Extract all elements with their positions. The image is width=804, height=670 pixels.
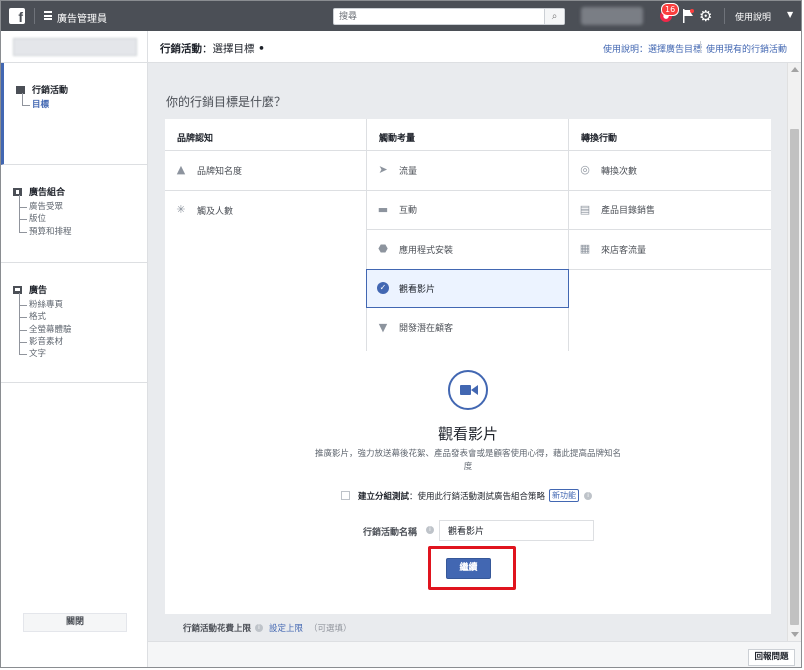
search-input[interactable] [334, 9, 544, 24]
campaign-name-label: 行銷活動名稱 [363, 528, 418, 538]
chevron-down-icon[interactable]: ▼ [787, 10, 793, 19]
split-test-label: 建立分組測試 [358, 491, 410, 502]
nav-item-budget[interactable]: 預算和排程 [13, 219, 147, 238]
use-existing-campaign-link[interactable]: 使用現有的行銷活動 [706, 42, 787, 55]
column-header: 品牌認知 [165, 119, 366, 151]
split-test-row: 建立分組測試 ：使用此行銷活動測試廣告組合策略 新功能 i [341, 489, 593, 502]
nav-section-title: 廣告 [29, 286, 48, 296]
nav-section-title: 行銷活動 [32, 86, 69, 96]
nav-item-page[interactable]: 粉絲專頁 [13, 292, 147, 311]
objective-app-installs[interactable]: ⬣ 應用程式安裝 [367, 230, 568, 270]
continue-button[interactable]: 繼續 [446, 558, 491, 579]
objective-column-conversion: 轉換行動 ◎ 轉換次數 ▤ 產品目錄銷售 ▦ 來店客流量 [569, 119, 771, 351]
nav-item-placements[interactable]: 版位 [13, 207, 147, 225]
new-feature-badge: 新功能 [549, 489, 580, 502]
objective-store-traffic[interactable]: ▦ 來店客流量 [569, 230, 771, 270]
profile-name[interactable] [581, 7, 643, 25]
objective-lead-generation[interactable]: ▼ 開發潛在顧客 [367, 308, 568, 348]
nav-item-format[interactable]: 格式 [13, 305, 147, 323]
scrollbar[interactable] [787, 63, 801, 641]
objective-description: 推廣影片，強力放送幕後花絮、產品發表會或是顧客使用心得，藉此提高品牌知名度 [314, 449, 621, 472]
hamburger-menu-icon[interactable] [44, 11, 52, 20]
column-header: 觸動考量 [367, 119, 568, 151]
page-header: 行銷活動：選擇目標 • 使用說明：選擇廣告目標 使用現有的行銷活動 [148, 31, 801, 63]
funnel-icon: ▼ [378, 320, 388, 334]
help-menu[interactable]: 使用說明 [735, 10, 771, 23]
account-selector[interactable] [13, 38, 137, 56]
nav-item-audience[interactable]: 廣告受眾 [13, 194, 147, 213]
column-header: 轉換行動 [569, 119, 771, 151]
info-icon[interactable]: i [426, 526, 434, 534]
nav-section-campaign[interactable]: 行銷活動 目標 [1, 63, 147, 165]
nav-item-goal[interactable]: 目標 [16, 92, 147, 111]
nav-item-text[interactable]: 文字 [13, 342, 147, 360]
objective-engagement[interactable]: ▬ 互動 [367, 191, 568, 230]
set-limit-link[interactable]: 設定上限 [269, 622, 303, 634]
divider [34, 8, 35, 24]
globe-icon: ◎ [580, 163, 590, 177]
app-window: f 廣告管理員 ⌕ ● 16 ⚙ 使用說明 ▼ 行銷活動 目標 [0, 0, 802, 668]
scrollbar-thumb[interactable] [790, 129, 799, 625]
objective-catalog-sales[interactable]: ▤ 產品目錄銷售 [569, 191, 771, 230]
nav-item-media[interactable]: 影音素材 [13, 329, 147, 348]
nav-section-title: 廣告組合 [29, 188, 66, 198]
left-navigation: 行銷活動 目標 廣告組合 廣告受眾 版位 預算和排程 廣告 粉絲專頁 格式 全螢… [1, 31, 148, 667]
nav-section-adset[interactable]: 廣告組合 廣告受眾 版位 預算和排程 [1, 165, 147, 263]
info-icon[interactable]: i [584, 491, 593, 500]
objective-column-awareness: 品牌認知 ▲ 品牌知名度 ✳ 觸及人數 [165, 119, 367, 351]
objective-details: 觀看影片 推廣影片，強力放送幕後花絮、產品發表會或是顧客使用心得，藉此提高品牌知… [165, 351, 771, 614]
info-icon[interactable]: i [255, 624, 264, 632]
close-button[interactable]: 關閉 [23, 613, 127, 632]
split-test-text: ：使用此行銷活動測試廣告組合策略 [409, 491, 546, 502]
scroll-down-icon[interactable] [791, 632, 799, 637]
help-choose-objective-link[interactable]: 使用說明：選擇廣告目標 [603, 42, 702, 55]
search-box: ⌕ [333, 8, 565, 25]
objective-video-views[interactable]: ✓ 觀看影片 [366, 268, 569, 308]
cursor-icon: ➤ [378, 163, 388, 177]
box-icon: ⬣ [378, 242, 388, 256]
search-icon[interactable]: ⌕ [544, 9, 564, 24]
cart-icon: ▤ [579, 202, 591, 216]
objective-reach[interactable]: ✳ 觸及人數 [165, 191, 366, 231]
divider [724, 8, 725, 24]
objective-brand-awareness[interactable]: ▲ 品牌知名度 [165, 151, 366, 191]
facebook-logo[interactable]: f [9, 8, 25, 24]
nav-section-ad[interactable]: 廣告 粉絲專頁 格式 全螢幕體驗 影音素材 文字 [1, 263, 147, 383]
spend-limit-row: 行銷活動花費上限 i 設定上限 （可選填） [183, 622, 352, 634]
optional-note: （可選填） [309, 624, 352, 634]
check-icon: ✓ [377, 282, 389, 295]
campaign-name-input[interactable] [439, 520, 594, 541]
megaphone-icon: ▲ [176, 163, 186, 177]
gear-icon[interactable]: ⚙ [699, 8, 712, 24]
video-camera-icon [448, 370, 488, 410]
objective-question: 你的行銷目標是什麼？ [166, 95, 287, 109]
store-icon: ▦ [579, 242, 591, 256]
app-title[interactable]: 廣告管理員 [57, 10, 107, 25]
objective-column-consideration: 觸動考量 ➤ 流量 ▬ 互動 ⬣ 應用程式安裝 ✓ 觀看影片 ▼ 開發潛在顧客 [366, 119, 569, 351]
split-test-checkbox[interactable] [341, 491, 350, 500]
nav-item-canvas[interactable]: 全螢幕體驗 [13, 317, 147, 336]
chat-icon: ▬ [377, 202, 389, 216]
bottom-bar: 回報問題 [148, 641, 801, 667]
flag-icon[interactable] [682, 9, 694, 23]
objective-traffic[interactable]: ➤ 流量 [367, 151, 568, 191]
objective-conversions[interactable]: ◎ 轉換次數 [569, 151, 771, 191]
objective-title: 觀看影片 [437, 425, 498, 443]
divider [700, 41, 701, 53]
spend-limit-label: 行銷活動花費上限 [183, 624, 252, 634]
page-title: 行銷活動：選擇目標 • [160, 43, 265, 55]
objective-grid: 品牌認知 ▲ 品牌知名度 ✳ 觸及人數 觸動考量 ➤ 流量 ▬ 互動 ⬣ 應用程式安裝 ✓… [165, 119, 771, 351]
top-bar: f 廣告管理員 ⌕ ● 16 ⚙ 使用說明 ▼ [1, 1, 801, 31]
reach-icon: ✳ [176, 203, 186, 217]
notification-badge: 16 [661, 3, 680, 16]
scroll-up-icon[interactable] [791, 67, 799, 72]
report-problem-button[interactable]: 回報問題 [748, 649, 795, 666]
